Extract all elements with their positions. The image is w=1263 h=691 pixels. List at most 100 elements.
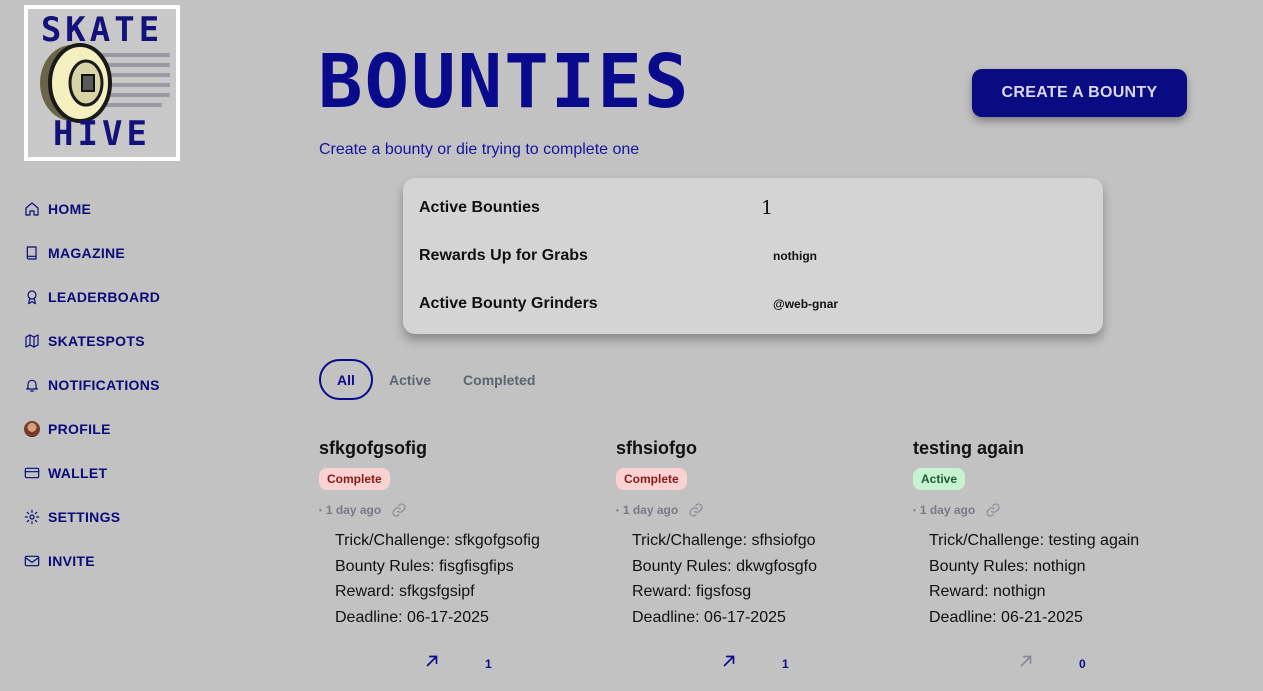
link-icon[interactable] bbox=[688, 502, 704, 518]
bounty-card[interactable]: sfkgofgsofig Complete • 1 day ago Trick/… bbox=[319, 438, 579, 675]
tab-completed[interactable]: Completed bbox=[447, 359, 551, 400]
rules-value: dkwgfosgfo bbox=[736, 557, 817, 575]
bounty-stats-card: Active Bounties 1 Rewards Up for Grabs n… bbox=[403, 178, 1103, 334]
link-icon[interactable] bbox=[391, 502, 407, 518]
stat-label: Active Bounty Grinders bbox=[419, 295, 598, 312]
reward-value: sfkgsfgsipf bbox=[399, 583, 475, 601]
reward-value: nothign bbox=[993, 583, 1046, 601]
sidebar-item-home[interactable]: HOME bbox=[24, 198, 160, 220]
bounty-title[interactable]: sfhsiofgo bbox=[616, 438, 876, 462]
rules-line: Bounty Rules: nothign bbox=[929, 557, 1086, 575]
status-badge: Complete bbox=[319, 468, 390, 490]
sidebar-item-label: WALLET bbox=[48, 465, 108, 481]
trick-value: testing again bbox=[1048, 532, 1140, 549]
deadline-line: Deadline: 06-17-2025 bbox=[632, 608, 786, 626]
stat-value[interactable]: @web-gnar bbox=[773, 297, 838, 311]
bounty-meta: • 1 day ago bbox=[616, 502, 876, 518]
logo-bottom-word: HIVE bbox=[53, 114, 151, 154]
bounty-details: Trick/Challenge: testing again Bounty Ru… bbox=[913, 528, 1173, 630]
gear-icon bbox=[24, 509, 40, 525]
reward-line: Reward: nothign bbox=[929, 583, 1046, 601]
sidebar-item-notifications[interactable]: NOTIFICATIONS bbox=[24, 374, 160, 396]
bounty-title[interactable]: testing again bbox=[913, 438, 1173, 462]
bounty-meta: • 1 day ago bbox=[913, 502, 1173, 518]
stat-active-bounties: Active Bounties 1 bbox=[419, 196, 1087, 220]
reward-line: Reward: sfkgsfgsipf bbox=[335, 583, 475, 601]
credit-card-icon bbox=[24, 465, 40, 481]
bounty-meta: • 1 day ago bbox=[319, 502, 579, 518]
create-bounty-button[interactable]: CREATE A BOUNTY bbox=[972, 69, 1187, 117]
map-icon bbox=[24, 333, 40, 349]
bounty-details: Trick/Challenge: sfkgofgsofig Bounty Rul… bbox=[319, 528, 579, 630]
sidebar-item-label: MAGAZINE bbox=[48, 245, 126, 261]
stat-grinders: Active Bounty Grinders @web-gnar bbox=[419, 292, 1087, 316]
reward-line: Reward: figsfosg bbox=[632, 583, 752, 601]
deadline-value: 06-21-2025 bbox=[1001, 608, 1083, 626]
rules-line: Bounty Rules: fisgfisgfips bbox=[335, 557, 514, 575]
stat-value: 1 bbox=[761, 197, 774, 219]
award-icon bbox=[24, 289, 40, 305]
home-icon bbox=[24, 201, 40, 217]
deadline-value: 06-17-2025 bbox=[704, 608, 786, 626]
sidebar-item-skatespots[interactable]: SKATESPOTS bbox=[24, 330, 160, 352]
page-subtitle: Create a bounty or die trying to complet… bbox=[319, 141, 640, 158]
sidebar-item-magazine[interactable]: MAGAZINE bbox=[24, 242, 160, 264]
trick-line: Trick/Challenge: sfhsiofgo bbox=[632, 532, 816, 549]
sidebar-item-profile[interactable]: PROFILE bbox=[24, 418, 160, 440]
rules-line: Bounty Rules: dkwgfosgfo bbox=[632, 557, 817, 575]
bounty-details: Trick/Challenge: sfhsiofgo Bounty Rules:… bbox=[616, 528, 876, 630]
link-icon[interactable] bbox=[985, 502, 1001, 518]
sidebar-item-label: INVITE bbox=[48, 553, 95, 569]
deadline-value: 06-17-2025 bbox=[407, 608, 489, 626]
rules-value: fisgfisgfips bbox=[439, 557, 514, 575]
deadline-line: Deadline: 06-21-2025 bbox=[929, 608, 1083, 626]
sidebar-item-invite[interactable]: INVITE bbox=[24, 550, 160, 572]
page-title: BOUNTIES bbox=[318, 39, 691, 125]
bounty-card[interactable]: sfhsiofgo Complete • 1 day ago Trick/Cha… bbox=[616, 438, 876, 675]
sidebar-item-wallet[interactable]: WALLET bbox=[24, 462, 160, 484]
tab-active[interactable]: Active bbox=[373, 359, 447, 400]
bounty-filter-tabs: All Active Completed bbox=[319, 359, 551, 400]
sidebar-item-label: SETTINGS bbox=[48, 509, 121, 525]
reward-value: figsfosg bbox=[696, 583, 752, 601]
sidebar-item-label: LEADERBOARD bbox=[48, 289, 161, 305]
stat-label: Active Bounties bbox=[419, 199, 540, 216]
bounty-actions: 1 bbox=[319, 652, 579, 675]
bounty-card[interactable]: testing again Active • 1 day ago Trick/C… bbox=[913, 438, 1173, 675]
status-badge: Active bbox=[913, 468, 966, 490]
timestamp: 1 day ago bbox=[325, 503, 382, 517]
rules-value: nothign bbox=[1033, 557, 1086, 575]
trick-value: sfhsiofgo bbox=[751, 532, 816, 549]
deadline-line: Deadline: 06-17-2025 bbox=[335, 608, 489, 626]
bell-icon bbox=[24, 377, 40, 393]
skatehive-logo[interactable]: SKATE HIVE bbox=[24, 5, 180, 161]
tab-all[interactable]: All bbox=[319, 359, 373, 400]
book-icon bbox=[24, 245, 40, 261]
trick-line: Trick/Challenge: sfkgofgsofig bbox=[335, 532, 540, 549]
mail-icon bbox=[24, 553, 40, 569]
timestamp: 1 day ago bbox=[622, 503, 679, 517]
upvote-arrow-icon[interactable] bbox=[1017, 652, 1035, 675]
stat-value: nothign bbox=[773, 249, 817, 263]
timestamp: 1 day ago bbox=[919, 503, 976, 517]
sidebar-item-label: HOME bbox=[48, 201, 92, 217]
sidebar-item-label: SKATESPOTS bbox=[48, 333, 145, 349]
upvote-arrow-icon[interactable] bbox=[423, 652, 441, 675]
trick-value: sfkgofgsofig bbox=[454, 532, 540, 549]
trick-line: Trick/Challenge: testing again bbox=[929, 532, 1140, 549]
bounty-title[interactable]: sfkgofgsofig bbox=[319, 438, 579, 462]
sidebar-nav: HOME MAGAZINE LEADERBOARD SKATESPOTS NOT… bbox=[24, 198, 160, 594]
status-badge: Complete bbox=[616, 468, 687, 490]
sidebar-item-label: PROFILE bbox=[48, 421, 111, 437]
sidebar-item-leaderboard[interactable]: LEADERBOARD bbox=[24, 286, 160, 308]
sidebar-item-label: NOTIFICATIONS bbox=[48, 377, 160, 393]
stat-rewards: Rewards Up for Grabs nothign bbox=[419, 244, 1087, 268]
vote-count[interactable]: 0 bbox=[1079, 657, 1086, 671]
sidebar-item-settings[interactable]: SETTINGS bbox=[24, 506, 160, 528]
avatar-icon bbox=[24, 421, 40, 437]
vote-count[interactable]: 1 bbox=[782, 657, 789, 671]
bounty-actions: 1 bbox=[616, 652, 876, 675]
upvote-arrow-icon[interactable] bbox=[720, 652, 738, 675]
stat-label: Rewards Up for Grabs bbox=[419, 247, 588, 264]
vote-count[interactable]: 1 bbox=[485, 657, 492, 671]
